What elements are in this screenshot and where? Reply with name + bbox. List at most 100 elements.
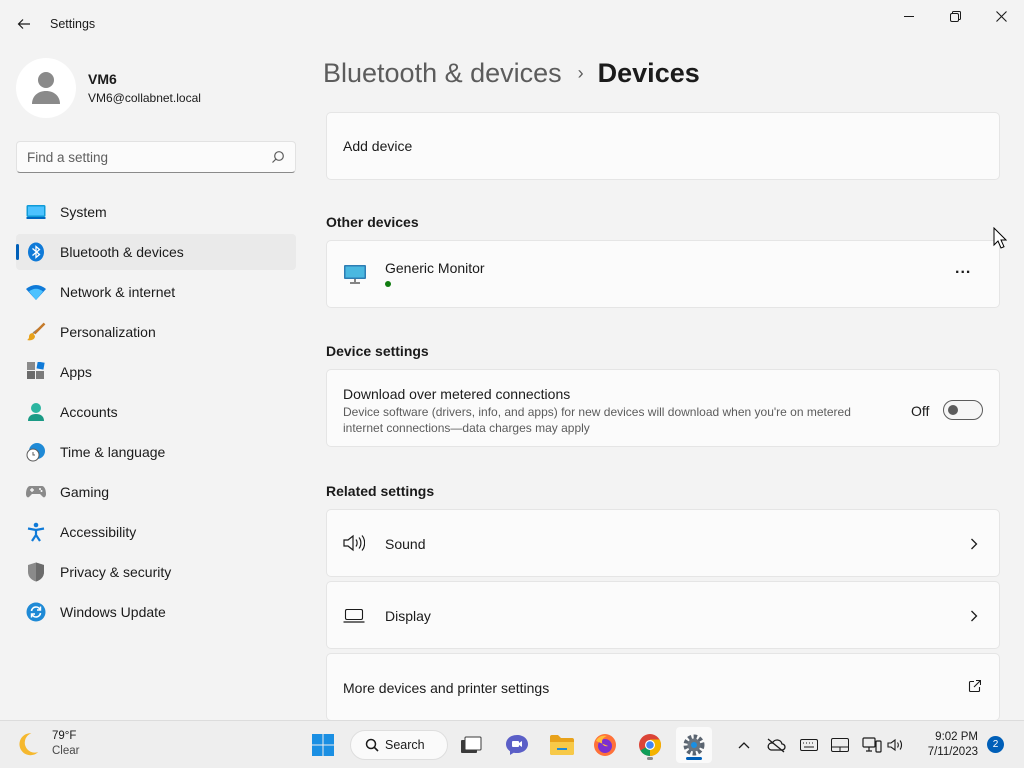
onedrive-offline-icon[interactable] — [766, 735, 786, 755]
add-device-card[interactable]: Add device — [326, 112, 1000, 180]
sidebar-nav: System Bluetooth & devices Network & int… — [16, 194, 296, 634]
user-name: VM6 — [88, 71, 117, 87]
sidebar-item-time-language[interactable]: Time & language — [16, 434, 296, 470]
minimize-button[interactable] — [886, 0, 932, 32]
toggle-knob — [948, 405, 958, 415]
open-external-icon — [968, 679, 982, 698]
back-arrow-icon — [17, 19, 30, 29]
device-name: Generic Monitor — [385, 260, 485, 276]
add-device-label: Add device — [343, 138, 413, 154]
sidebar-item-label: Windows Update — [60, 604, 166, 620]
related-item-label: Display — [385, 608, 431, 624]
related-item-label: More devices and printer settings — [343, 680, 550, 696]
monitor-icon — [343, 264, 367, 289]
task-view-button[interactable] — [453, 727, 489, 763]
clock[interactable]: 9:02 PM 7/11/2023 — [918, 730, 978, 760]
close-icon — [995, 10, 1007, 22]
mouse-cursor-icon — [993, 226, 1008, 254]
weather-condition: Clear — [52, 745, 80, 757]
weather-temp: 79°F — [52, 730, 77, 742]
accessibility-icon — [26, 522, 46, 542]
running-indicator — [647, 757, 653, 760]
device-card-generic-monitor[interactable]: Generic Monitor ... — [326, 240, 1000, 308]
restore-button[interactable] — [932, 0, 978, 32]
title-bar: Settings — [0, 0, 1024, 48]
related-item-display[interactable]: Display — [326, 581, 1000, 649]
sidebar-item-apps[interactable]: Apps — [16, 354, 296, 390]
sidebar-item-label: Personalization — [60, 324, 156, 340]
sidebar-item-privacy-security[interactable]: Privacy & security — [16, 554, 296, 590]
metered-connections-card: Download over metered connections Device… — [326, 369, 1000, 447]
sidebar-item-accounts[interactable]: Accounts — [16, 394, 296, 430]
chevron-right-icon — [970, 537, 978, 555]
start-button[interactable] — [305, 727, 341, 763]
firefox-icon — [594, 734, 616, 756]
back-button[interactable] — [10, 12, 38, 36]
sidebar-item-label: Gaming — [60, 484, 110, 500]
clock-time: 9:02 PM — [935, 731, 978, 743]
breadcrumb-parent[interactable]: Bluetooth & devices — [323, 58, 562, 89]
sidebar-item-label: Time & language — [60, 444, 166, 460]
sidebar-item-accessibility[interactable]: Accessibility — [16, 514, 296, 550]
metered-toggle[interactable] — [943, 400, 983, 420]
update-icon — [26, 602, 46, 622]
user-profile[interactable]: VM6 VM6@collabnet.local — [16, 58, 201, 118]
notification-badge[interactable]: 2 — [987, 736, 1004, 753]
restore-icon — [949, 10, 961, 22]
file-explorer-button[interactable] — [544, 727, 580, 763]
search-icon — [365, 738, 379, 752]
metered-label: Download over metered connections — [343, 386, 571, 402]
toggle-state-label: Off — [911, 403, 930, 419]
weather-widget[interactable]: 79°F Clear — [18, 729, 79, 759]
section-title-other-devices: Other devices — [326, 214, 419, 230]
page-title: Devices — [597, 58, 700, 88]
search-icon[interactable] — [271, 150, 285, 169]
speaker-icon — [343, 534, 366, 557]
related-item-sound[interactable]: Sound — [326, 509, 1000, 577]
sidebar-item-label: Apps — [60, 364, 92, 380]
sidebar-item-system[interactable]: System — [16, 194, 296, 230]
sidebar-item-bluetooth-devices[interactable]: Bluetooth & devices — [16, 234, 296, 270]
breadcrumb-chevron-icon: › — [577, 63, 584, 83]
search-input[interactable] — [17, 142, 257, 172]
settings-taskbar-button[interactable] — [676, 727, 712, 763]
teams-chat-button[interactable] — [499, 727, 535, 763]
gear-icon — [683, 734, 705, 756]
clock-date: 7/11/2023 — [927, 746, 978, 758]
metered-description-line2: internet connections—data charges may ap… — [343, 421, 590, 435]
globe-clock-icon — [26, 442, 46, 462]
firefox-button[interactable] — [587, 727, 623, 763]
breadcrumb: Bluetooth & devices › Devices — [323, 58, 700, 89]
apps-icon — [26, 362, 46, 382]
chat-icon — [506, 735, 528, 755]
chevron-up-icon[interactable] — [734, 735, 754, 755]
keyboard-icon[interactable] — [799, 735, 819, 755]
sidebar-item-label: Accounts — [60, 404, 118, 420]
taskbar: 79°F Clear Search 9:02 PM 7/11/2023 — [0, 720, 1024, 768]
sidebar-item-personalization[interactable]: Personalization — [16, 314, 296, 350]
taskbar-search-button[interactable]: Search — [350, 730, 448, 760]
sidebar-item-gaming[interactable]: Gaming — [16, 474, 296, 510]
sidebar-item-network-internet[interactable]: Network & internet — [16, 274, 296, 310]
close-button[interactable] — [978, 0, 1024, 32]
volume-icon[interactable] — [886, 735, 906, 755]
sidebar-item-label: Bluetooth & devices — [60, 244, 184, 260]
section-title-device-settings: Device settings — [326, 343, 429, 359]
network-icon[interactable] — [862, 735, 882, 755]
more-options-icon[interactable]: ... — [955, 260, 971, 278]
sidebar-item-windows-update[interactable]: Windows Update — [16, 594, 296, 630]
connected-status-dot — [385, 281, 391, 287]
settings-search[interactable] — [16, 141, 296, 173]
chrome-button[interactable] — [632, 727, 668, 763]
moon-icon — [19, 733, 39, 756]
related-item-more-devices-printers[interactable]: More devices and printer settings — [326, 653, 1000, 721]
touchpad-icon[interactable] — [830, 735, 850, 755]
related-item-label: Sound — [385, 536, 426, 552]
chrome-icon — [639, 734, 661, 756]
person-icon — [32, 72, 60, 104]
wifi-icon — [26, 282, 46, 302]
metered-description-line1: Device software (drivers, info, and apps… — [343, 405, 851, 419]
sidebar-item-label: Privacy & security — [60, 564, 172, 580]
gamepad-icon — [26, 482, 46, 502]
sidebar-item-label: System — [60, 204, 107, 220]
